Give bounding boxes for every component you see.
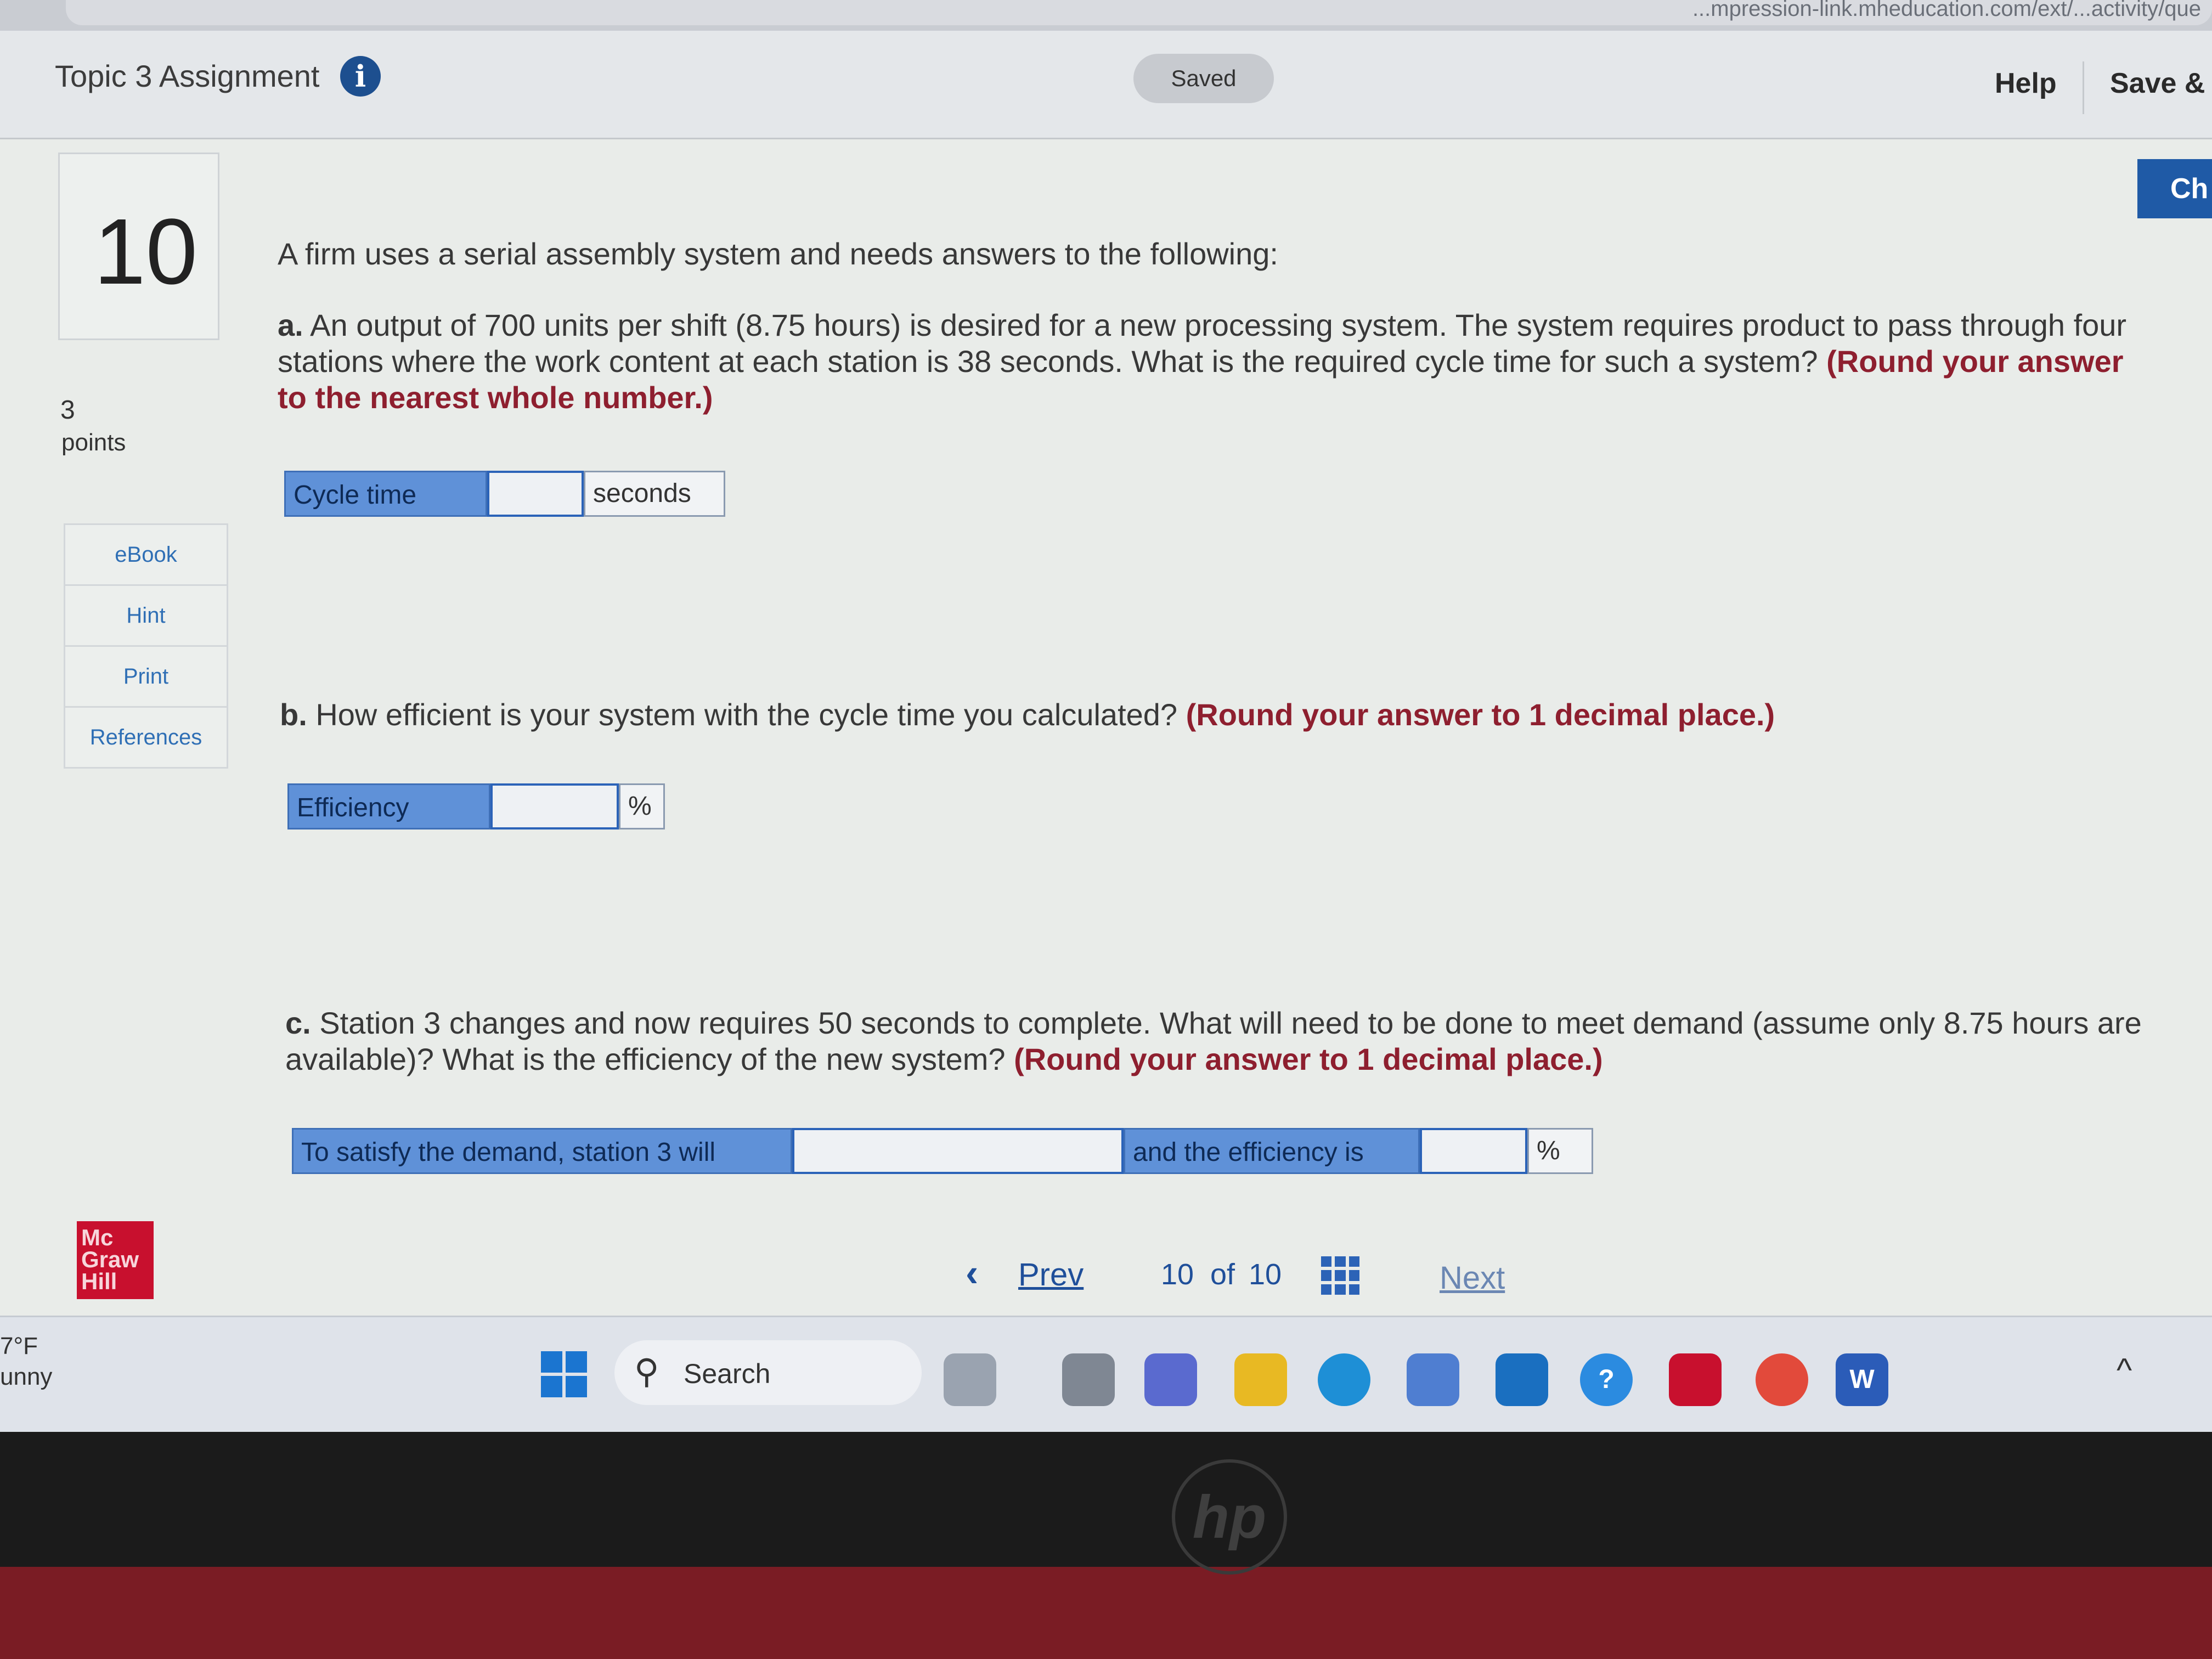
part-a-text: a. An output of 700 units per shift (8.7…: [278, 307, 2137, 416]
new-efficiency-unit: %: [1527, 1128, 1593, 1174]
prev-button[interactable]: Prev: [1018, 1256, 1084, 1293]
station-change-answer-row: To satisfy the demand, station 3 will an…: [292, 1128, 1593, 1174]
laptop-body: [0, 1567, 2212, 1659]
efficiency-unit: %: [619, 783, 665, 830]
header-divider: [2083, 61, 2084, 114]
cycle-time-unit: seconds: [584, 471, 725, 517]
efficiency-label: Efficiency: [287, 783, 490, 830]
save-exit-button[interactable]: Save & E: [2110, 67, 2212, 100]
info-icon[interactable]: i: [340, 56, 381, 97]
question-number: 10: [94, 200, 198, 304]
address-bar-text: ...mpression-link.mheducation.com/ext/..…: [1692, 0, 2201, 21]
search-icon: ⚲: [634, 1353, 659, 1391]
points-label: points: [61, 429, 126, 456]
cycle-time-label: Cycle time: [284, 471, 487, 517]
cycle-time-input[interactable]: [487, 471, 584, 517]
chrome-icon[interactable]: [1756, 1353, 1808, 1406]
chevron-up-icon[interactable]: ^: [2117, 1351, 2132, 1389]
new-efficiency-input[interactable]: [1420, 1128, 1527, 1174]
check-my-work-button[interactable]: Ch: [2137, 159, 2212, 218]
question-tools-menu: eBook Hint Print References: [64, 523, 228, 769]
new-efficiency-label: and the efficiency is: [1124, 1128, 1420, 1174]
hp-logo: hp: [1172, 1459, 1287, 1575]
windows-taskbar: 7°F unny ⚲ Search ? W ^: [0, 1316, 2212, 1432]
taskbar-search-label: Search: [684, 1358, 771, 1389]
part-a-prefix: a.: [278, 308, 303, 342]
browser-tab-strip: ...mpression-link.mheducation.com/ext/..…: [0, 0, 2212, 31]
taskbar-search[interactable]: ⚲ Search: [614, 1340, 922, 1405]
weather-temperature[interactable]: 7°F: [0, 1333, 38, 1360]
myhp-icon[interactable]: [1496, 1353, 1548, 1406]
app-header: Topic 3 Assignment i Saved Help Save & E: [0, 31, 2212, 139]
part-c-instruction: (Round your answer to 1 decimal place.): [1014, 1042, 1603, 1076]
station-3-label: To satisfy the demand, station 3 will: [292, 1128, 792, 1174]
ebook-link[interactable]: eBook: [65, 525, 227, 586]
part-b-prefix: b.: [280, 697, 307, 732]
weather-condition[interactable]: unny: [0, 1363, 52, 1391]
chat-icon[interactable]: [1144, 1353, 1197, 1406]
edge-icon[interactable]: [1318, 1353, 1370, 1406]
mcafee-icon[interactable]: [1669, 1353, 1722, 1406]
station-3-dropdown[interactable]: [792, 1128, 1124, 1174]
question-number-box: 10: [58, 153, 219, 340]
part-c-prefix: c.: [285, 1006, 311, 1040]
chevron-left-icon[interactable]: ‹: [966, 1251, 978, 1295]
help-icon[interactable]: ?: [1580, 1353, 1633, 1406]
part-b-body: How efficient is your system with the cy…: [315, 697, 1178, 732]
address-bar[interactable]: ...mpression-link.mheducation.com/ext/..…: [66, 0, 2212, 25]
references-link[interactable]: References: [65, 708, 227, 767]
efficiency-input[interactable]: [490, 783, 619, 830]
question-pager: ‹ Prev 10 of 10 Next: [966, 1251, 1514, 1306]
file-explorer-icon[interactable]: [1234, 1353, 1287, 1406]
mcgraw-hill-logo: Mc Graw Hill: [77, 1221, 154, 1299]
hint-link[interactable]: Hint: [65, 586, 227, 647]
question-intro: A firm uses a serial assembly system and…: [278, 236, 1278, 271]
help-link[interactable]: Help: [1995, 67, 2057, 100]
windows-start-icon[interactable]: [541, 1351, 587, 1397]
task-view-icon[interactable]: [1062, 1353, 1115, 1406]
widgets-icon[interactable]: [944, 1353, 996, 1406]
points-value: 3: [60, 396, 75, 425]
part-b-instruction: (Round your answer to 1 decimal place.): [1186, 697, 1775, 732]
page-current: 10: [1161, 1258, 1194, 1291]
next-button[interactable]: Next: [1440, 1260, 1505, 1296]
page-of-label: of: [1210, 1258, 1235, 1291]
saved-status-badge: Saved: [1133, 54, 1274, 103]
cycle-time-answer-row: Cycle time seconds: [284, 471, 725, 517]
efficiency-answer-row: Efficiency %: [287, 783, 665, 830]
page-total: 10: [1249, 1258, 1282, 1291]
assignment-title: Topic 3 Assignment: [55, 59, 320, 93]
screen: ...mpression-link.mheducation.com/ext/..…: [0, 0, 2212, 1432]
question-grid-icon[interactable]: [1321, 1256, 1359, 1295]
part-b-text: b. How efficient is your system with the…: [280, 697, 2140, 733]
print-link[interactable]: Print: [65, 647, 227, 708]
store-icon[interactable]: [1407, 1353, 1459, 1406]
part-c-text: c. Station 3 changes and now requires 50…: [285, 1005, 2145, 1077]
word-icon[interactable]: W: [1836, 1353, 1888, 1406]
